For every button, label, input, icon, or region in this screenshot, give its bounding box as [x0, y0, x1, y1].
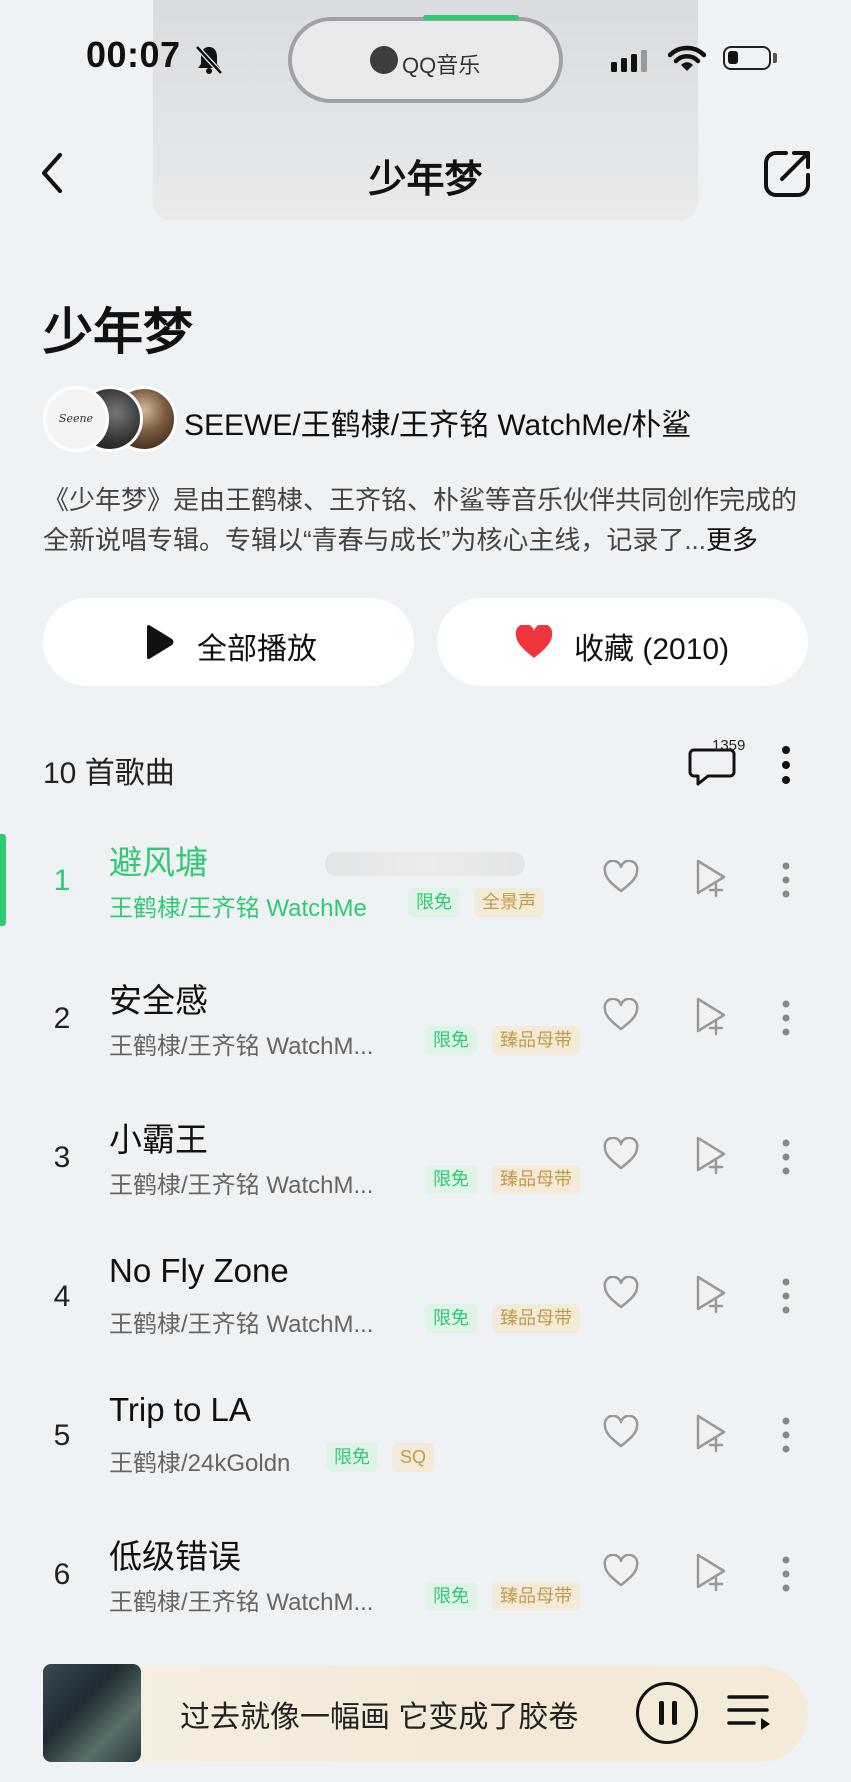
tag-free: 限免	[425, 1582, 477, 1611]
song-index: 3	[53, 1141, 71, 1174]
song-artist: 王鹤棣/24kGoldn	[109, 1450, 291, 1477]
song-index: 6	[53, 1558, 71, 1591]
song-index: 5	[53, 1419, 71, 1452]
song-title: No Fly Zone	[109, 1252, 289, 1289]
battery-icon	[723, 46, 771, 70]
battery-tip	[773, 53, 777, 63]
play-all-label: 全部播放	[197, 633, 317, 666]
pause-icon-bar	[672, 1701, 677, 1725]
song-index: 2	[53, 1002, 71, 1035]
heart-icon	[515, 625, 553, 658]
qq-music-logo-icon	[370, 46, 398, 74]
more-vertical-icon[interactable]	[780, 1137, 792, 1177]
artist-avatars[interactable]: Seene	[43, 386, 178, 454]
song-title: Trip to LA	[109, 1391, 251, 1428]
pause-icon	[659, 1701, 664, 1725]
song-count: 10 首歌曲	[43, 757, 175, 790]
song-title: 安全感	[109, 982, 208, 1019]
add-to-playlist-icon[interactable]	[694, 1135, 730, 1175]
more-vertical-icon[interactable]	[780, 1276, 792, 1316]
add-to-playlist-icon[interactable]	[694, 858, 730, 898]
playlist-icon[interactable]	[726, 1692, 772, 1732]
wifi-icon	[668, 45, 706, 71]
add-to-playlist-icon[interactable]	[694, 1413, 730, 1453]
song-title: 低级错误	[109, 1538, 241, 1575]
tag-quality: 臻品母带	[492, 1304, 580, 1333]
nav-title: 少年梦	[368, 159, 483, 201]
now-playing-indicator	[423, 15, 519, 20]
tag-quality: 臻品母带	[492, 1026, 580, 1055]
play-all-button[interactable]: 全部播放	[43, 598, 414, 686]
avatar-seewe[interactable]: Seene	[43, 386, 109, 452]
song-row[interactable]: 2 安全感 王鹤棣/王齐铭 WatchM... 限免 臻品母带	[0, 960, 851, 1090]
song-index: 4	[53, 1280, 71, 1313]
share-icon[interactable]	[762, 147, 814, 199]
tag-free: 限免	[425, 1165, 477, 1194]
more-vertical-icon[interactable]	[780, 744, 792, 786]
tag-free: 限免	[425, 1304, 477, 1333]
favorite-button[interactable]: 收藏 (2010)	[437, 598, 808, 686]
album-description[interactable]: 《少年梦》是由王鹤棣、王齐铭、朴鲨等音乐伙伴共同创作完成的全新说唱专辑。专辑以“…	[43, 480, 813, 560]
play-icon	[147, 625, 174, 659]
tag-quality: 臻品母带	[492, 1582, 580, 1611]
song-index: 1	[53, 864, 71, 897]
song-row[interactable]: 6 低级错误 王鹤棣/王齐铭 WatchM... 限免 臻品母带	[0, 1516, 851, 1646]
song-artist: 王鹤棣/王齐铭 WatchMe	[109, 895, 367, 922]
song-title: 避风塘	[109, 844, 208, 881]
status-time: 00:07	[86, 34, 181, 75]
bell-muted-icon	[195, 45, 223, 75]
song-artist: 王鹤棣/王齐铭 WatchM...	[109, 1172, 374, 1199]
tag-free: 限免	[425, 1026, 477, 1055]
tag-quality: 全景声	[474, 888, 544, 917]
comment-count: 1359	[712, 737, 746, 754]
signal-icon	[611, 50, 647, 72]
more-vertical-icon[interactable]	[780, 860, 792, 900]
heart-outline-icon[interactable]	[602, 860, 640, 894]
song-row[interactable]: 1 避风塘 王鹤棣/王齐铭 WatchMe 限免 全景声	[0, 822, 851, 952]
heart-outline-icon[interactable]	[602, 1554, 640, 1588]
heart-outline-icon[interactable]	[602, 1415, 640, 1449]
album-cover-thumbnail[interactable]	[43, 1664, 141, 1762]
pause-button[interactable]	[636, 1682, 698, 1744]
tag-quality: SQ	[392, 1443, 435, 1472]
add-to-playlist-icon[interactable]	[694, 996, 730, 1036]
more-vertical-icon[interactable]	[780, 1554, 792, 1594]
blurred-overlay	[325, 852, 525, 876]
song-artist: 王鹤棣/王齐铭 WatchM...	[109, 1033, 374, 1060]
description-text: 《少年梦》是由王鹤棣、王齐铭、朴鲨等音乐伙伴共同创作完成的全新说唱专辑。专辑以“…	[43, 485, 798, 555]
song-row[interactable]: 5 Trip to LA 王鹤棣/24kGoldn 限免 SQ	[0, 1377, 851, 1507]
tag-quality: 臻品母带	[492, 1165, 580, 1194]
album-artists[interactable]: SEEWE/王鹤棣/王齐铭 WatchMe/朴鲨	[184, 400, 691, 444]
heart-outline-icon[interactable]	[602, 1137, 640, 1171]
heart-outline-icon[interactable]	[602, 998, 640, 1032]
tag-free: 限免	[408, 888, 460, 917]
island-app-name: QQ音乐	[402, 53, 481, 78]
tag-free: 限免	[326, 1443, 378, 1472]
song-title: 小霸王	[109, 1121, 208, 1158]
more-link[interactable]: 更多	[706, 525, 758, 555]
song-artist: 王鹤棣/王齐铭 WatchM...	[109, 1311, 374, 1338]
heart-outline-icon[interactable]	[602, 1276, 640, 1310]
album-title: 少年梦	[43, 304, 193, 360]
song-artist: 王鹤棣/王齐铭 WatchM...	[109, 1589, 374, 1616]
add-to-playlist-icon[interactable]	[694, 1274, 730, 1314]
song-row[interactable]: 3 小霸王 王鹤棣/王齐铭 WatchM... 限免 臻品母带	[0, 1099, 851, 1229]
player-lyric: 过去就像一幅画 它变成了胶卷	[180, 1701, 579, 1734]
more-vertical-icon[interactable]	[780, 998, 792, 1038]
song-row[interactable]: 4 No Fly Zone 王鹤棣/王齐铭 WatchM... 限免 臻品母带	[0, 1238, 851, 1368]
more-vertical-icon[interactable]	[780, 1415, 792, 1455]
favorite-label: 收藏 (2010)	[574, 633, 730, 666]
add-to-playlist-icon[interactable]	[694, 1552, 730, 1592]
